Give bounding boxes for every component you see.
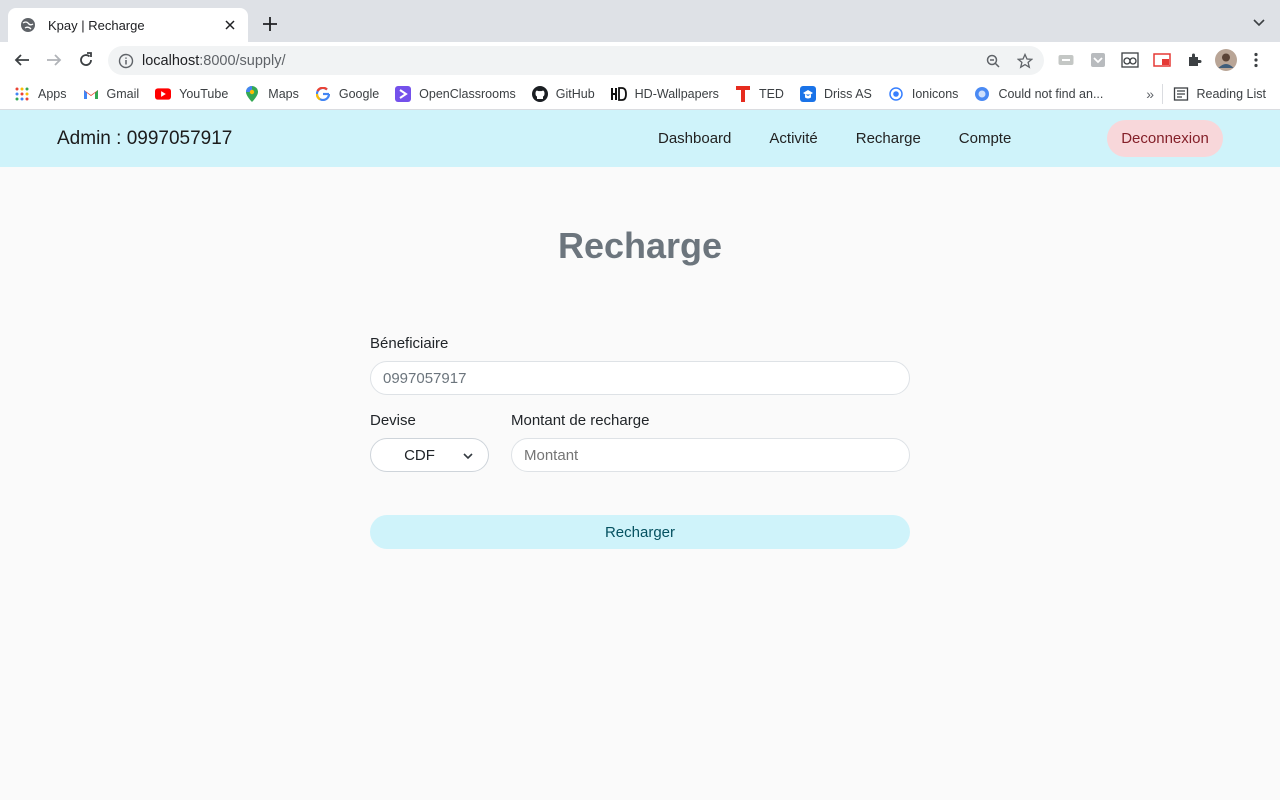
recharge-form: Béneficiaire Devise CDF Montant de recha… (370, 335, 910, 549)
main-content: Recharge Béneficiaire Devise CDF Montant… (0, 167, 1280, 800)
bookmark-globe-icon (974, 86, 990, 102)
bookmark-gmail[interactable]: Gmail (83, 86, 140, 102)
nav-link-dashboard[interactable]: Dashboard (658, 130, 731, 147)
beneficiary-label: Béneficiaire (370, 335, 449, 352)
amount-input[interactable] (511, 438, 910, 472)
close-tab-icon[interactable] (222, 17, 238, 33)
beneficiary-input[interactable] (370, 361, 910, 395)
bookmark-could-not-find[interactable]: Could not find an... (974, 86, 1103, 102)
bookmark-openclassrooms[interactable]: OpenClassrooms (395, 85, 516, 102)
url-text: localhost:8000/supply/ (142, 52, 286, 69)
bookmark-driss-as[interactable]: Driss AS (799, 85, 872, 102)
bookmark-label: HD-Wallpapers (634, 86, 719, 101)
nav-link-activite[interactable]: Activité (769, 130, 817, 147)
logout-button[interactable]: Deconnexion (1107, 120, 1223, 157)
bookmark-ted[interactable]: TED (735, 85, 784, 102)
bookmark-label: Google (338, 86, 380, 101)
amount-column: Montant de recharge (511, 412, 910, 472)
bookmark-google[interactable]: Google (315, 86, 379, 102)
extension-pocket-icon[interactable] (1089, 51, 1107, 69)
youtube-icon (155, 86, 172, 102)
reading-list-label: Reading List (1196, 87, 1267, 101)
site-info-icon[interactable] (118, 53, 134, 69)
hd-wallpapers-icon (610, 86, 627, 102)
reading-list-button[interactable]: Reading List (1173, 86, 1267, 102)
openclassrooms-icon (395, 85, 412, 102)
currency-select[interactable]: CDF (370, 438, 489, 472)
bookmark-hd-wallpapers[interactable]: HD-Wallpapers (610, 86, 719, 102)
nav-links: Dashboard Activité Recharge Compte (658, 130, 1049, 147)
reload-icon[interactable] (76, 50, 96, 70)
currency-value: CDF (404, 446, 435, 464)
app-navbar: Admin : 0997057917 Dashboard Activité Re… (0, 110, 1280, 167)
bookmark-label: Ionicons (911, 86, 959, 101)
globe-icon (21, 18, 35, 32)
bookmark-maps[interactable]: Maps (244, 85, 299, 102)
bookmark-label: Apps (38, 86, 67, 101)
chevron-down-icon (463, 453, 473, 460)
bookmarks-bar: Apps Gmail YouTube Maps Google OpenClass… (0, 78, 1280, 110)
bookmark-label: TED (758, 86, 784, 101)
extension-pip-icon[interactable] (1153, 51, 1171, 69)
back-arrow-icon[interactable] (12, 50, 32, 70)
zoom-icon[interactable] (984, 52, 1002, 70)
ionicons-icon (888, 86, 904, 102)
bookmark-youtube[interactable]: YouTube (155, 86, 228, 102)
browser-tab-strip: Kpay | Recharge (0, 0, 1280, 42)
currency-column: Devise CDF (370, 412, 489, 472)
browser-toolbar: localhost:8000/supply/ (0, 42, 1280, 78)
browser-menu-icon[interactable] (1250, 51, 1262, 69)
address-bar[interactable]: localhost:8000/supply/ (108, 46, 1044, 75)
bookmark-label: Driss AS (823, 86, 872, 101)
bookmark-label: OpenClassrooms (419, 86, 516, 101)
extensions-puzzle-icon[interactable] (1185, 51, 1203, 69)
page-title: Recharge (557, 225, 723, 266)
driss-icon (799, 85, 816, 102)
gmail-icon (83, 86, 99, 102)
reading-list-icon (1173, 87, 1188, 101)
extension-reader-icon[interactable] (1121, 51, 1139, 69)
bookmark-apps[interactable]: Apps (14, 86, 67, 102)
apps-grid-icon (14, 86, 30, 102)
bookmark-label: Gmail (106, 86, 140, 101)
tab-title: Kpay | Recharge (48, 17, 145, 33)
nav-link-compte[interactable]: Compte (959, 130, 1012, 147)
ted-icon (735, 85, 751, 102)
currency-amount-row: Devise CDF Montant de recharge (370, 412, 910, 472)
bookmark-label: Could not find an... (998, 86, 1104, 101)
new-tab-icon[interactable] (260, 14, 280, 34)
currency-label: Devise (370, 412, 416, 429)
browser-tab[interactable]: Kpay | Recharge (8, 8, 248, 42)
bookmark-label: YouTube (179, 86, 229, 101)
nav-link-recharge[interactable]: Recharge (856, 130, 921, 147)
tab-search-chevron-icon[interactable] (1252, 16, 1266, 30)
more-bookmarks-icon[interactable]: » (1146, 86, 1154, 102)
bookmark-github[interactable]: GitHub (531, 85, 595, 102)
google-icon (315, 86, 331, 102)
bookmarks-divider (1162, 84, 1163, 104)
admin-brand: Admin : 0997057917 (57, 128, 233, 149)
maps-icon (244, 85, 260, 102)
bookmark-label: Maps (268, 86, 299, 101)
amount-label: Montant de recharge (511, 412, 650, 429)
bookmark-label: GitHub (555, 86, 595, 101)
github-icon (531, 85, 548, 102)
bookmark-star-icon[interactable] (1016, 52, 1034, 70)
recharge-submit-button[interactable]: Recharger (370, 515, 910, 549)
extension-keyboard-icon[interactable] (1057, 51, 1075, 69)
profile-avatar-icon[interactable] (1215, 49, 1237, 71)
bookmark-ionicons[interactable]: Ionicons (888, 86, 959, 102)
forward-arrow-icon[interactable] (44, 50, 64, 70)
